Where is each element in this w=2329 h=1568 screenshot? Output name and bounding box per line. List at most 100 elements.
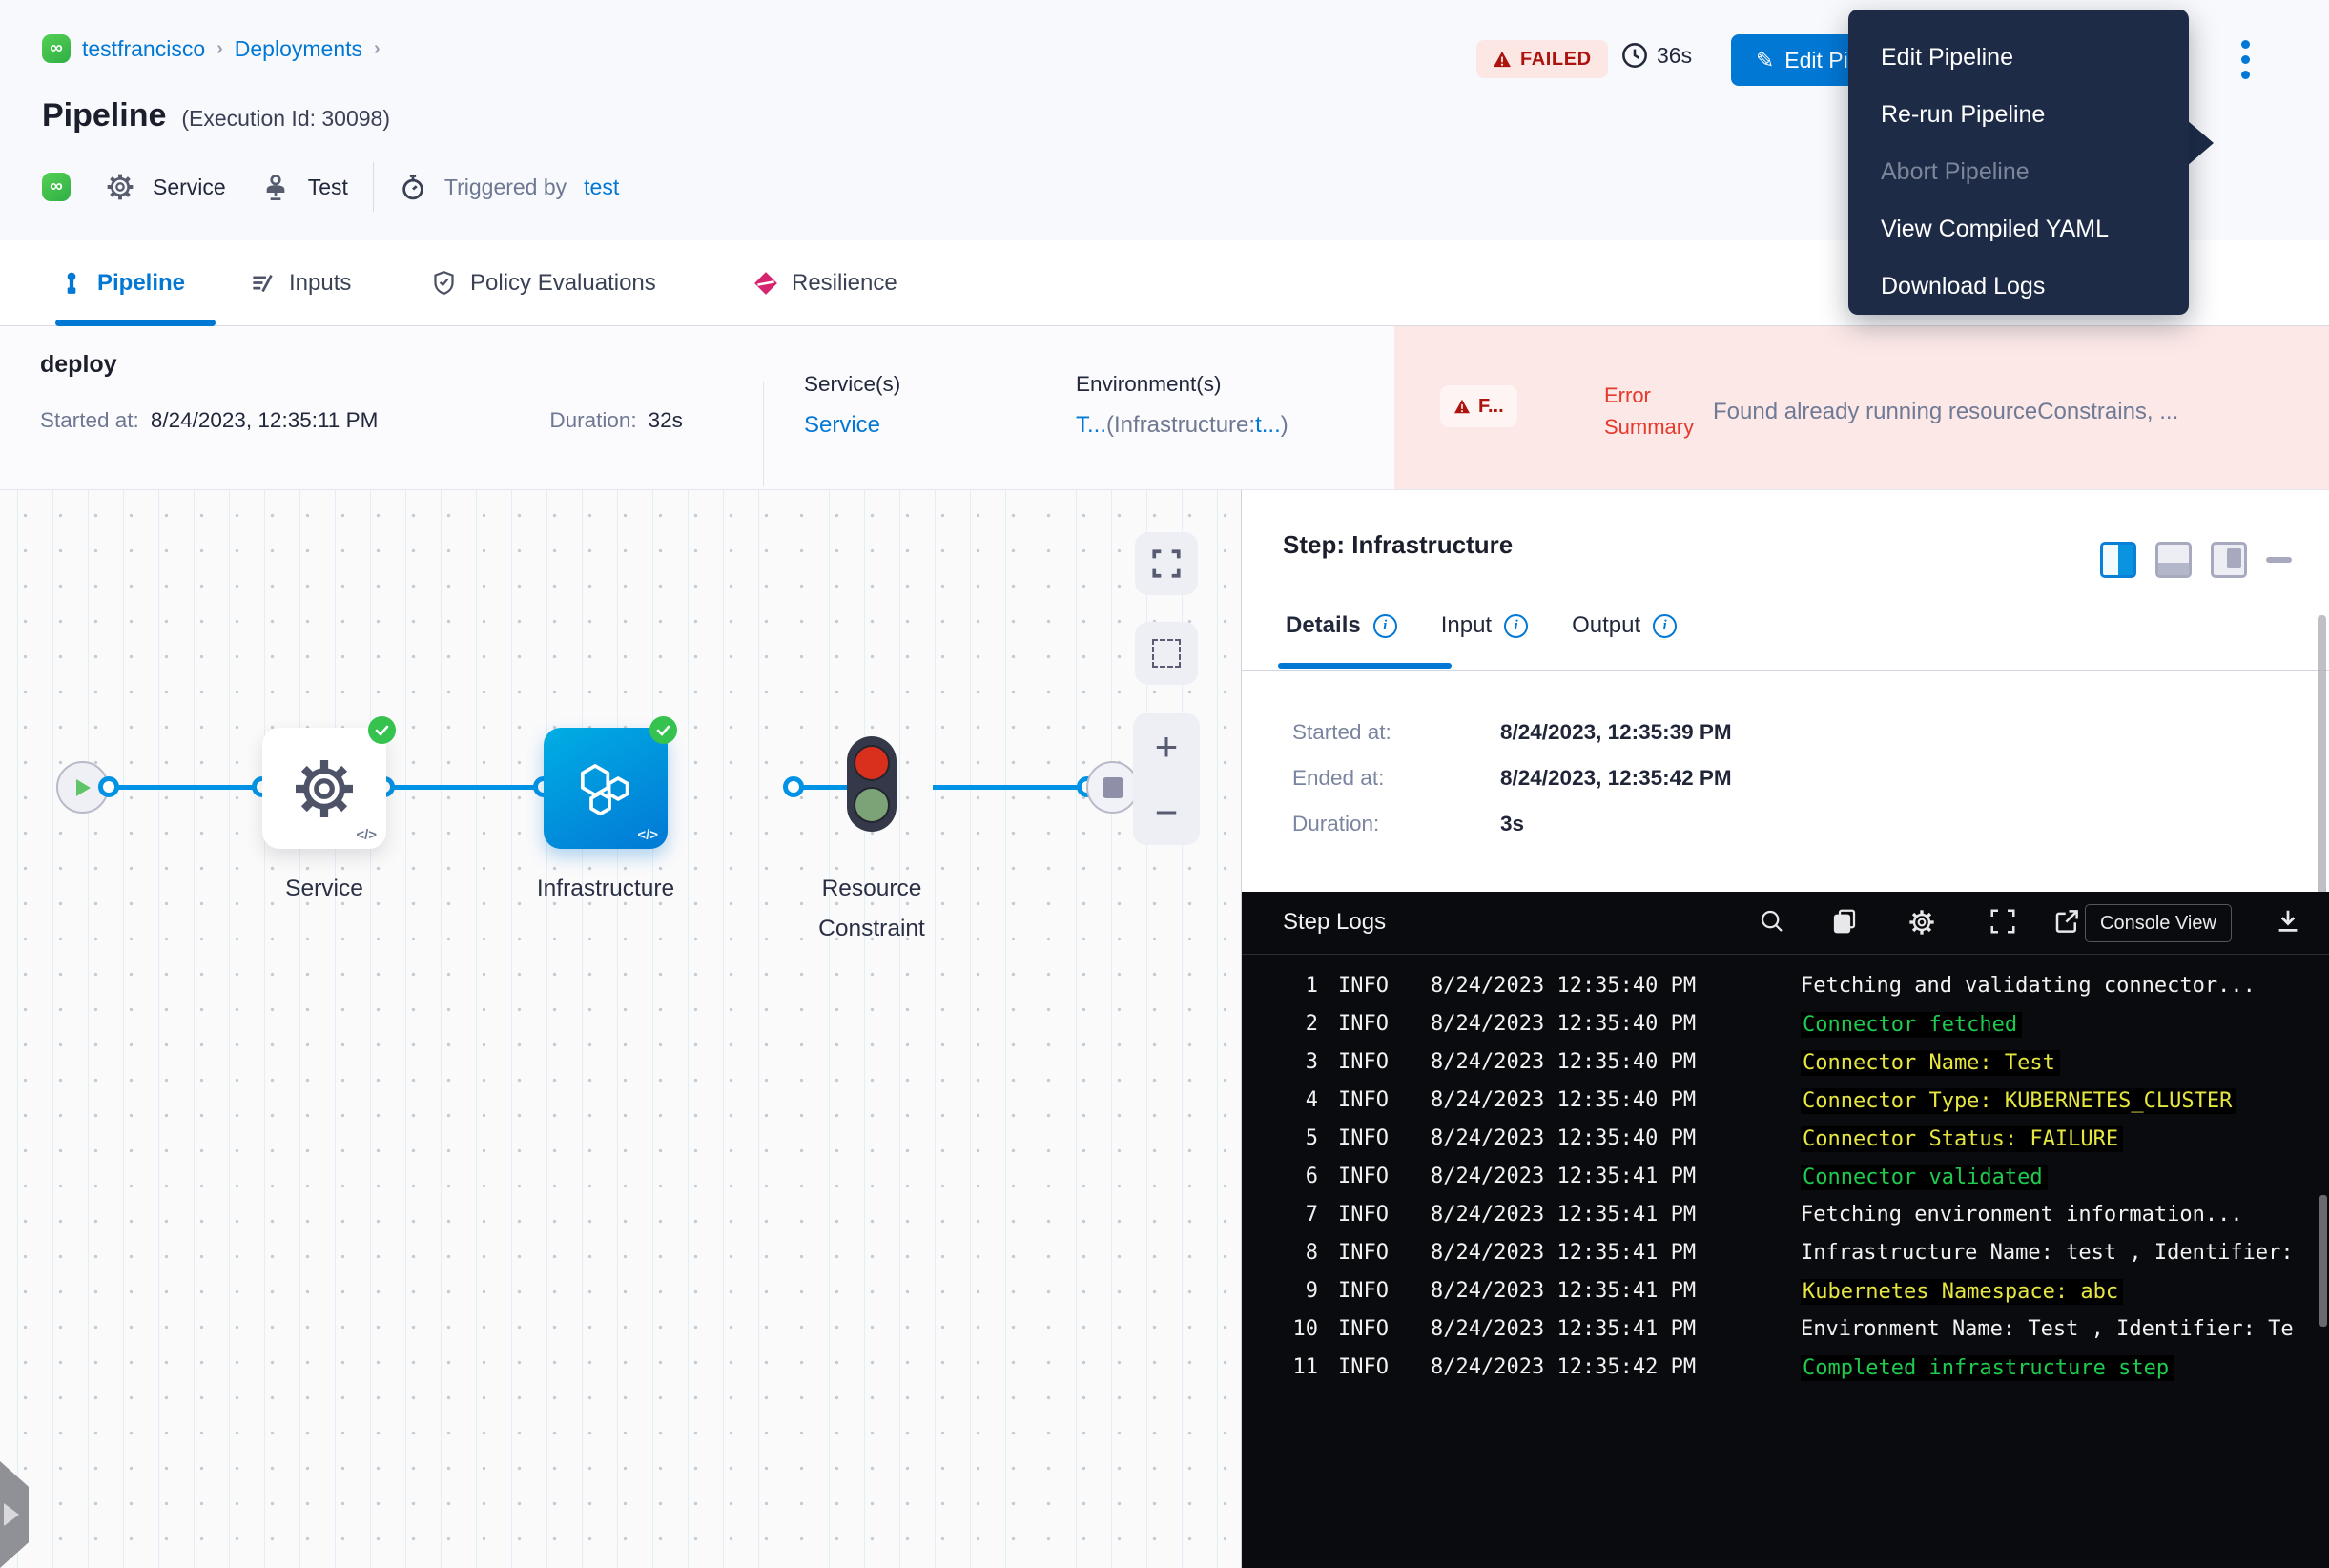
log-row: 11INFO8/24/2023 12:35:42 PMCompleted inf… — [1242, 1355, 2329, 1393]
node-infrastructure[interactable]: </> — [544, 728, 668, 849]
code-glyph: </> — [637, 827, 658, 843]
tab-inputs[interactable]: Inputs — [250, 240, 351, 325]
page-title: Pipeline — [42, 97, 166, 134]
step-tabs: Detailsi Inputi Outputi — [1286, 612, 1677, 639]
menu-item-view-compiled-yaml[interactable]: View Compiled YAML — [1848, 200, 2189, 258]
env-name-link[interactable]: T... — [1076, 412, 1106, 438]
log-level: INFO — [1338, 1241, 1389, 1265]
menu-item-download-logs[interactable]: Download Logs — [1848, 258, 2189, 315]
log-timestamp: 8/24/2023 12:35:41 PM — [1431, 1203, 1696, 1227]
fullscreen-button[interactable] — [1135, 532, 1198, 595]
log-timestamp: 8/24/2023 12:35:41 PM — [1431, 1241, 1696, 1265]
log-message: Completed infrastructure step — [1801, 1355, 2174, 1381]
zoom-controls: + − — [1133, 713, 1200, 845]
menu-item-re-run-pipeline[interactable]: Re-run Pipeline — [1848, 86, 2189, 143]
detail-field-value: 3s — [1500, 812, 1524, 836]
traffic-light-red — [854, 745, 890, 781]
log-rows[interactable]: 1INFO8/24/2023 12:35:40 PMFetching and v… — [1242, 974, 2329, 1393]
error-summary-message[interactable]: Found already running resourceConstrains… — [1713, 399, 2329, 425]
success-check-icon — [649, 716, 677, 744]
node-service[interactable]: </> — [262, 728, 386, 849]
menu-item-edit-pipeline[interactable]: Edit Pipeline — [1848, 29, 2189, 86]
stage-summary-bar: deploy Started at: 8/24/2023, 12:35:11 P… — [0, 326, 2329, 490]
clock-icon — [1621, 42, 1648, 69]
triggered-by-label: Triggered by — [444, 175, 567, 200]
gear-icon — [105, 172, 135, 202]
log-message: Infrastructure Name: test , Identifier: — [1801, 1241, 2294, 1265]
info-icon[interactable]: i — [1373, 614, 1397, 638]
search-icon[interactable] — [1758, 907, 1786, 936]
external-link-icon[interactable] — [2052, 907, 2081, 936]
info-icon[interactable]: i — [1504, 614, 1528, 638]
zoom-in-button[interactable]: + — [1133, 713, 1200, 779]
layout-bottom-panel-icon[interactable] — [2155, 542, 2192, 578]
arrow-right-icon — [4, 1503, 19, 1526]
tab-pipeline[interactable]: Pipeline — [59, 240, 185, 325]
environments-value[interactable]: T...(Infrastructure:t...) — [1076, 412, 1288, 439]
log-line-number: 4 — [1270, 1088, 1318, 1112]
kebab-menu-icon[interactable] — [2241, 40, 2251, 79]
expand-icon[interactable] — [1989, 907, 2017, 936]
log-level: INFO — [1338, 974, 1389, 998]
log-message: Fetching and validating connector... — [1801, 974, 2256, 998]
detail-field-label: Ended at: — [1292, 766, 1500, 791]
info-icon[interactable]: i — [1653, 614, 1677, 638]
stage-collapse-flap[interactable] — [0, 1461, 29, 1568]
step-tab-output[interactable]: Outputi — [1572, 612, 1677, 639]
triggered-by-user[interactable]: test — [584, 175, 619, 200]
settings-gear-icon[interactable] — [1906, 907, 1937, 938]
node-label-resource-constraint: Resource Constraint — [795, 869, 948, 949]
log-level: INFO — [1338, 1012, 1389, 1036]
tab-policy-evaluations[interactable]: Policy Evaluations — [431, 240, 656, 325]
menu-item-abort-pipeline[interactable]: Abort Pipeline — [1848, 143, 2189, 200]
log-scrollbar[interactable] — [2319, 1195, 2327, 1327]
layout-floating-panel-icon[interactable] — [2211, 542, 2247, 578]
elapsed-time-value: 36s — [1657, 43, 1692, 69]
pipeline-graph-canvas[interactable]: </> </> Service Infrastructure Resource … — [0, 490, 1242, 1568]
services-value[interactable]: Service — [804, 412, 880, 439]
copy-icon[interactable] — [1830, 907, 1859, 936]
log-message: Connector fetched — [1801, 1012, 2022, 1038]
env-close-text: ) — [1281, 412, 1288, 438]
log-level: INFO — [1338, 1088, 1389, 1112]
node-resource-constraint[interactable] — [847, 736, 897, 832]
step-tab-input[interactable]: Inputi — [1441, 612, 1528, 639]
log-line-number: 6 — [1270, 1165, 1318, 1188]
console-view-button[interactable]: Console View — [2085, 904, 2232, 942]
pencil-icon: ✎ — [1756, 48, 1774, 73]
log-timestamp: 8/24/2023 12:35:40 PM — [1431, 1012, 1696, 1036]
layout-right-panel-icon[interactable] — [2100, 542, 2136, 578]
download-icon[interactable] — [2274, 907, 2302, 936]
step-tab-details[interactable]: Detailsi — [1286, 612, 1397, 639]
log-row: 4INFO8/24/2023 12:35:40 PMConnector Type… — [1242, 1088, 2329, 1126]
log-level: INFO — [1338, 1203, 1389, 1227]
started-at-label: Started at: — [40, 408, 139, 433]
zoom-out-button[interactable]: − — [1133, 779, 1200, 845]
edge-connector — [98, 776, 119, 797]
log-message: Kubernetes Namespace: abc — [1801, 1279, 2123, 1305]
env-infra-text: (Infrastructure: — [1106, 412, 1255, 438]
tab-inputs-label: Inputs — [289, 270, 351, 297]
breadcrumb-deployments[interactable]: Deployments — [235, 36, 362, 62]
detail-field-value: 8/24/2023, 12:35:42 PM — [1500, 766, 1732, 790]
log-level: INFO — [1338, 1050, 1389, 1074]
marquee-select-button[interactable] — [1135, 622, 1198, 685]
minimize-panel-icon[interactable] — [2266, 557, 2292, 563]
log-line-number: 9 — [1270, 1279, 1318, 1303]
service-name[interactable]: Service — [153, 175, 226, 200]
divider — [763, 382, 764, 486]
environment-name[interactable]: Test — [308, 175, 348, 200]
log-message: Connector Status: FAILURE — [1801, 1126, 2123, 1152]
menu-arrow — [2187, 120, 2214, 166]
log-timestamp: 8/24/2023 12:35:40 PM — [1431, 1050, 1696, 1074]
env-infra-link[interactable]: t... — [1255, 412, 1281, 438]
tab-policy-evaluations-label: Policy Evaluations — [470, 270, 656, 297]
breadcrumb-project[interactable]: testfrancisco — [82, 36, 205, 62]
active-step-tab-underline — [1278, 663, 1452, 669]
started-at-value: 8/24/2023, 12:35:11 PM — [151, 408, 379, 433]
tab-resilience[interactable]: Resilience — [753, 240, 897, 325]
code-glyph: </> — [356, 827, 377, 843]
log-row: 7INFO8/24/2023 12:35:41 PMFetching envir… — [1242, 1203, 2329, 1241]
log-level: INFO — [1338, 1317, 1389, 1341]
detail-field: Duration:3s — [1292, 812, 1524, 836]
